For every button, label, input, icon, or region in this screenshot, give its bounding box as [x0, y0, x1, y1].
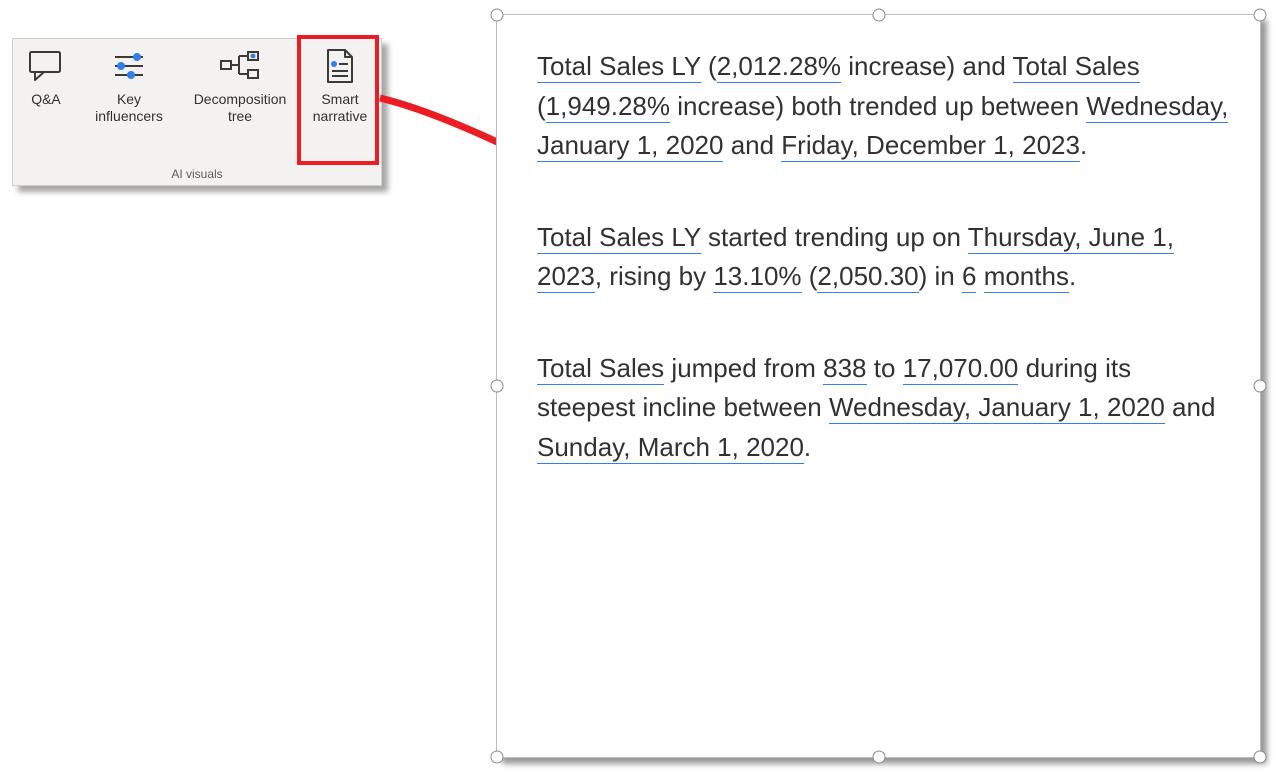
- resize-handle-nw[interactable]: [491, 9, 504, 22]
- key-influencers-label-2: influencers: [95, 108, 163, 125]
- dv-end-date: Friday, December 1, 2023: [781, 130, 1080, 162]
- ai-visuals-ribbon-group: Q&A Key influencers: [12, 38, 382, 186]
- dv-increase-pct-1: 2,012.28%: [717, 51, 841, 83]
- narrative-paragraph-2: Total Sales LY started trending up on Th…: [537, 218, 1232, 297]
- dv-from-value: 838: [823, 353, 866, 385]
- key-influencers-button[interactable]: Key influencers: [79, 39, 179, 165]
- key-influencers-icon: [109, 47, 149, 85]
- dv-rise-pct: 13.10%: [713, 261, 801, 293]
- dv-total-sales-ly: Total Sales LY: [537, 51, 701, 83]
- resize-handle-e[interactable]: [1254, 380, 1267, 393]
- resize-handle-sw[interactable]: [491, 751, 504, 764]
- resize-handle-n[interactable]: [872, 9, 885, 22]
- decomposition-tree-label-2: tree: [228, 108, 252, 125]
- narrative-paragraph-1: Total Sales LY (2,012.28% increase) and …: [537, 47, 1232, 166]
- dv-total-sales: Total Sales: [1013, 51, 1140, 83]
- qna-button[interactable]: Q&A: [13, 39, 79, 165]
- dv-rise-abs: 2,050.30: [817, 261, 918, 293]
- speech-bubble-icon: [27, 47, 65, 85]
- dv-total-sales-2: Total Sales: [537, 353, 664, 385]
- resize-handle-se[interactable]: [1254, 751, 1267, 764]
- smart-narrative-icon: [323, 47, 357, 85]
- resize-handle-w[interactable]: [491, 380, 504, 393]
- dv-steep-end: Sunday, March 1, 2020: [537, 432, 804, 464]
- dv-months-unit: months: [984, 261, 1069, 293]
- dv-total-sales-ly-2: Total Sales LY: [537, 222, 701, 254]
- resize-handle-s[interactable]: [872, 751, 885, 764]
- dv-steep-start: Wednesday, January 1, 2020: [829, 392, 1165, 424]
- decomposition-tree-icon: [218, 47, 262, 85]
- dv-months-count: 6: [962, 261, 976, 293]
- narrative-text: Total Sales LY (2,012.28% increase) and …: [537, 47, 1232, 467]
- dv-increase-pct-2: 1,949.28%: [546, 91, 670, 123]
- decomposition-tree-label-1: Decomposition: [194, 91, 287, 108]
- smart-narrative-label-2: narrative: [313, 108, 367, 125]
- resize-handle-ne[interactable]: [1254, 9, 1267, 22]
- decomposition-tree-button[interactable]: Decomposition tree: [179, 39, 301, 165]
- dv-to-value: 17,070.00: [903, 353, 1019, 385]
- ribbon-buttons-row: Q&A Key influencers: [13, 39, 381, 165]
- narrative-paragraph-3: Total Sales jumped from 838 to 17,070.00…: [537, 349, 1232, 468]
- smart-narrative-label-1: Smart: [321, 91, 358, 108]
- smart-narrative-visual[interactable]: Total Sales LY (2,012.28% increase) and …: [496, 14, 1261, 758]
- key-influencers-label-1: Key: [117, 91, 141, 108]
- smart-narrative-button[interactable]: Smart narrative: [301, 39, 379, 165]
- qna-label: Q&A: [31, 91, 61, 108]
- ribbon-group-label: AI visuals: [13, 165, 381, 185]
